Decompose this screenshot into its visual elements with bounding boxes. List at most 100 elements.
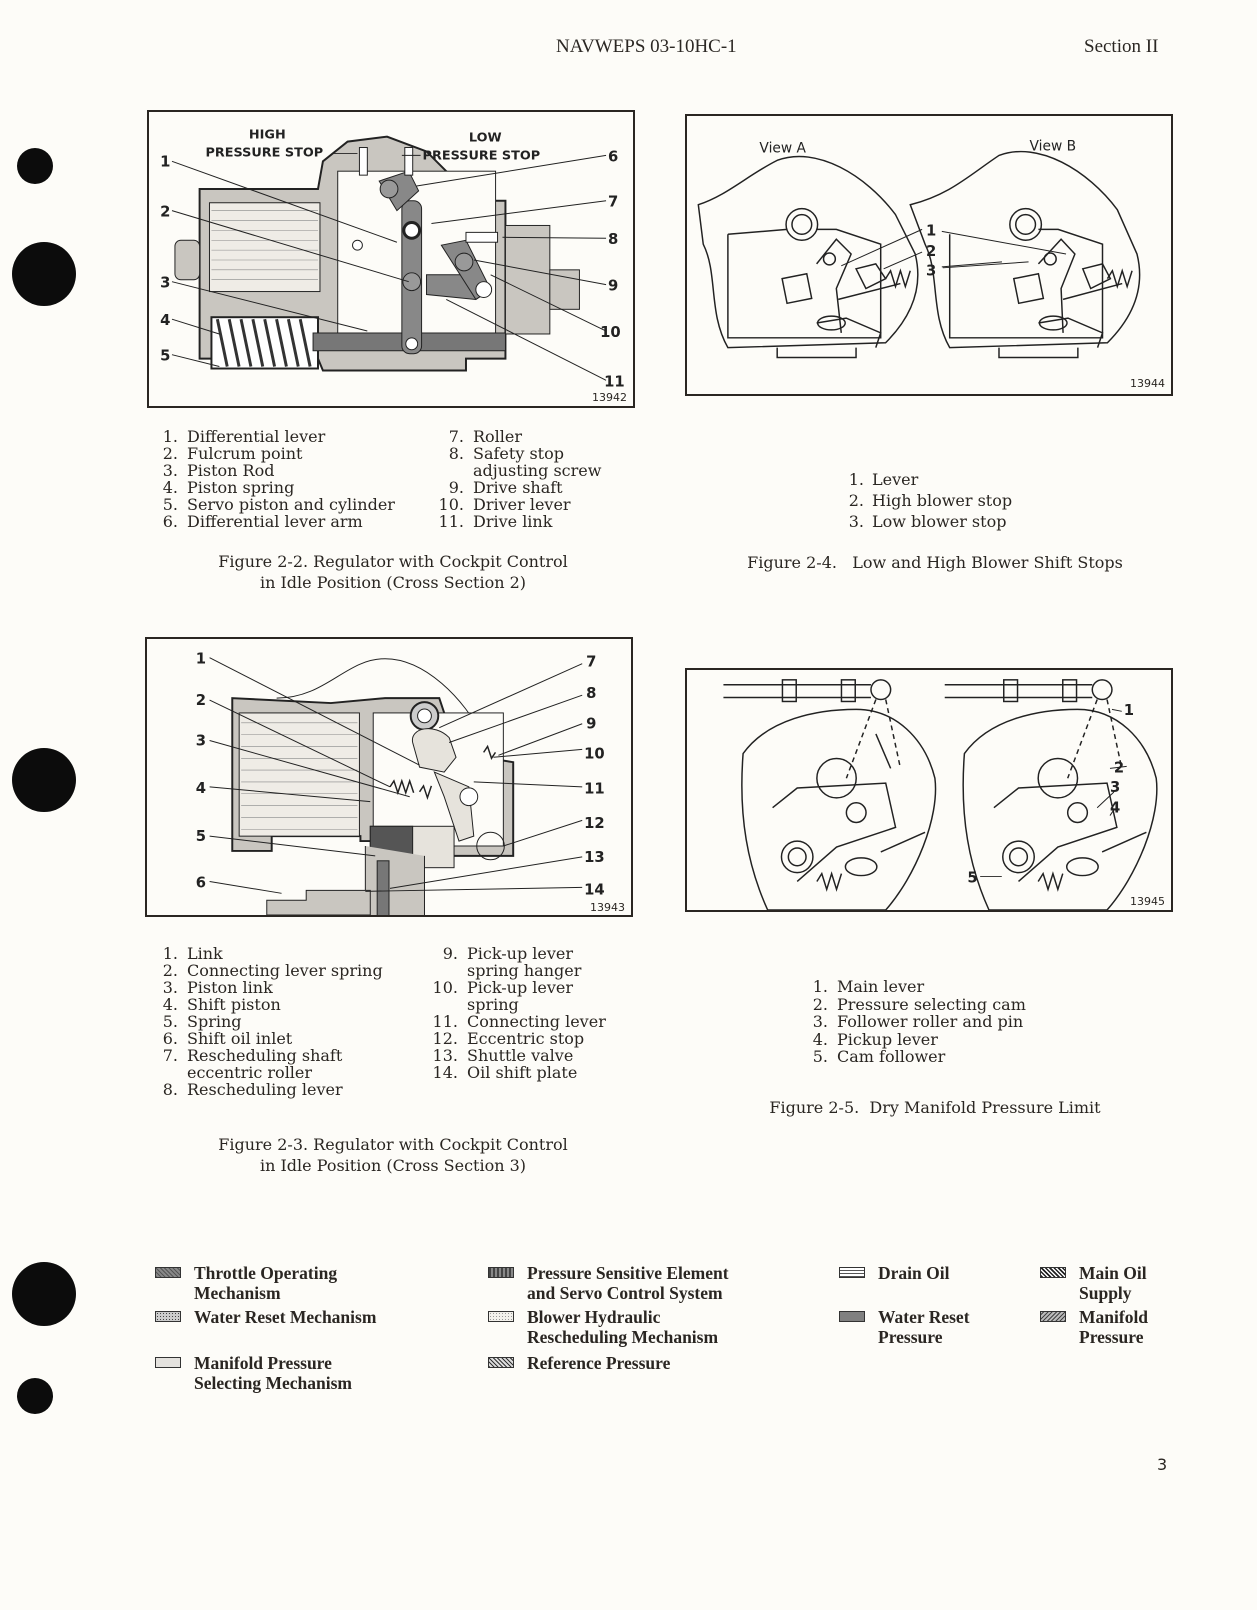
- view-a-label: View A: [759, 140, 806, 156]
- figure-2-5-illustration: 1 2 3 4 5 13945: [685, 668, 1173, 912]
- binder-hole: [17, 1378, 53, 1414]
- callout-12: 12: [584, 815, 605, 832]
- legend-item: 4. Piston spring: [162, 478, 295, 497]
- reference-pressure-pattern-swatch-icon: [488, 1357, 514, 1368]
- manifold-pressure-pattern-swatch-icon: [1040, 1311, 1066, 1322]
- legend-item: 1. Main lever: [812, 977, 925, 996]
- callout-9: 9: [608, 278, 618, 295]
- key-water-reset-mechanism: Water Reset Mechanism: [155, 1307, 376, 1327]
- legend-item: 12. Eccentric stop: [432, 1029, 585, 1048]
- section-label: Section II: [1084, 36, 1159, 57]
- main-oil-pattern-swatch-icon: [1040, 1267, 1066, 1278]
- callout-4: 4: [196, 780, 206, 797]
- callout-4: 4: [1110, 800, 1120, 817]
- legend-item: spring: [467, 995, 519, 1014]
- key-pressure-sensitive-element: Pressure Sensitive Element and Servo Cont…: [488, 1263, 729, 1303]
- figure-2-3-caption: Figure 2-3. Regulator with Cockpit Contr…: [218, 1135, 568, 1175]
- legend-item: 11. Drive link: [438, 512, 553, 531]
- legend-item: 2. Fulcrum point: [162, 444, 303, 463]
- legend-item: spring hanger: [467, 961, 582, 980]
- manifold-selecting-pattern-swatch-icon: [155, 1357, 181, 1368]
- throttle-pattern-swatch-icon: [155, 1267, 181, 1278]
- callout-10: 10: [584, 745, 605, 762]
- callout-5: 5: [196, 828, 206, 845]
- callout-11: 11: [584, 781, 605, 798]
- callout-2: 2: [160, 204, 170, 221]
- plate-number: 13945: [1130, 895, 1165, 908]
- callout-1: 1: [160, 153, 170, 170]
- callout-8: 8: [586, 685, 596, 702]
- callout-3: 3: [926, 263, 936, 280]
- callout-11: 11: [604, 373, 625, 390]
- legend-item: 2. Pressure selecting cam: [812, 994, 1026, 1014]
- legend-item: 14. Oil shift plate: [432, 1063, 578, 1082]
- legend-item: 5. Servo piston and cylinder: [162, 495, 395, 514]
- low-pressure-stop-label-2: PRESSURE STOP: [423, 148, 541, 163]
- figure-2-3-legend-col1: 1. Link 2. Connecting lever spring 3. Pisto…: [156, 945, 383, 1098]
- figure-2-2-legend-col1: 1. Differential lever 2. Fulcrum point 3. P…: [156, 428, 395, 530]
- callout-3: 3: [160, 275, 170, 292]
- view-b-label: View B: [1030, 139, 1077, 155]
- plate-number: 13944: [1130, 377, 1165, 390]
- key-main-oil-supply: Main Oil Supply: [1040, 1263, 1147, 1303]
- callout-13: 13: [584, 849, 605, 866]
- legend-item: 8. Safety stop: [448, 444, 564, 463]
- dry-manifold-pressure-limit-drawing: 1 2 3 4 5: [723, 679, 1158, 910]
- legend-item: 4. Pickup lever: [812, 1029, 938, 1049]
- page-number: 3: [1157, 1455, 1168, 1474]
- callout-6: 6: [196, 874, 206, 891]
- callout-14: 14: [584, 881, 605, 898]
- regulator-cross-section-3-drawing: 1 2 3 4 5 6 7 8 9 10 11 12 13 14: [196, 651, 605, 915]
- figure-2-2-illustration: HIGH PRESSURE STOP LOW PRESSURE STOP 1 2…: [147, 110, 635, 408]
- legend-item: 2. High blower stop: [848, 491, 1013, 510]
- pressure-sensitive-pattern-swatch-icon: [488, 1267, 514, 1278]
- callout-1: 1: [196, 651, 206, 668]
- figure-2-2-legend-col2: 7. Roller 8. Safety stop adjusting screw 9…: [432, 427, 602, 531]
- callout-5: 5: [967, 869, 977, 886]
- key-manifold-pressure: Manifold Pressure: [1040, 1307, 1148, 1347]
- callout-5: 5: [160, 348, 170, 365]
- legend-item: 9. Drive shaft: [448, 478, 563, 497]
- key-drain-oil: Drain Oil: [839, 1263, 949, 1283]
- legend-item: 1. Differential lever: [162, 427, 326, 446]
- callout-3: 3: [1110, 779, 1120, 796]
- figure-2-3-illustration: 1 2 3 4 5 6 7 8 9 10 11 12 13 14 13943: [145, 637, 633, 917]
- regulator-cross-section-2-drawing: HIGH PRESSURE STOP LOW PRESSURE STOP 1 2…: [160, 128, 625, 391]
- callout-7: 7: [586, 654, 596, 671]
- legend-item: 6. Differential lever arm: [162, 512, 363, 531]
- callout-2: 2: [196, 692, 206, 709]
- legend-item: 8. Rescheduling lever: [162, 1080, 343, 1099]
- legend-item: 7. Rescheduling shaft: [162, 1046, 343, 1065]
- document-number: NAVWEPS 03-10HC-1: [556, 36, 737, 57]
- binder-hole: [17, 148, 53, 184]
- callout-6: 6: [608, 148, 618, 165]
- callout-1: 1: [1124, 702, 1134, 719]
- legend-item: 9. Pick-up lever: [442, 944, 574, 963]
- figure-2-3-legend-col2: 9. Pick-up lever spring hanger 10. Pick-up…: [426, 945, 606, 1081]
- legend-item: 3. Piston link: [162, 978, 273, 997]
- legend-item: 1. Lever: [848, 470, 919, 489]
- key-water-reset-pressure: Water Reset Pressure: [839, 1307, 970, 1347]
- legend-item: 7. Roller: [448, 427, 523, 446]
- callout-3: 3: [196, 732, 206, 749]
- legend-item: 5. Spring: [162, 1012, 242, 1031]
- water-reset-mechanism-pattern-swatch-icon: [155, 1311, 181, 1322]
- legend-item: 6. Shift oil inlet: [162, 1029, 293, 1048]
- figure-2-4-illustration: View A View B 1 2 3 13944: [685, 114, 1173, 396]
- high-pressure-stop-label-1: HIGH: [249, 128, 286, 143]
- key-reference-pressure: Reference Pressure: [488, 1353, 670, 1373]
- legend-item: eccentric roller: [187, 1063, 313, 1082]
- binder-hole: [12, 1262, 76, 1326]
- callout-1: 1: [926, 222, 936, 239]
- legend-item: 13. Shuttle valve: [432, 1046, 574, 1065]
- figure-2-4-legend: 1. Lever 2. High blower stop 3. Low blower …: [846, 469, 1012, 532]
- drain-oil-pattern-swatch-icon: [839, 1267, 865, 1278]
- legend-item: adjusting screw: [473, 461, 602, 480]
- callout-2: 2: [926, 243, 936, 260]
- water-reset-pressure-pattern-swatch-icon: [839, 1311, 865, 1322]
- plate-number: 13942: [592, 391, 627, 404]
- blower-shift-stops-drawing: View A View B 1 2 3: [697, 139, 1141, 359]
- legend-item: 4. Shift piston: [162, 995, 281, 1014]
- high-pressure-stop-label-2: PRESSURE STOP: [206, 145, 324, 160]
- legend-item: 3. Piston Rod: [162, 461, 275, 480]
